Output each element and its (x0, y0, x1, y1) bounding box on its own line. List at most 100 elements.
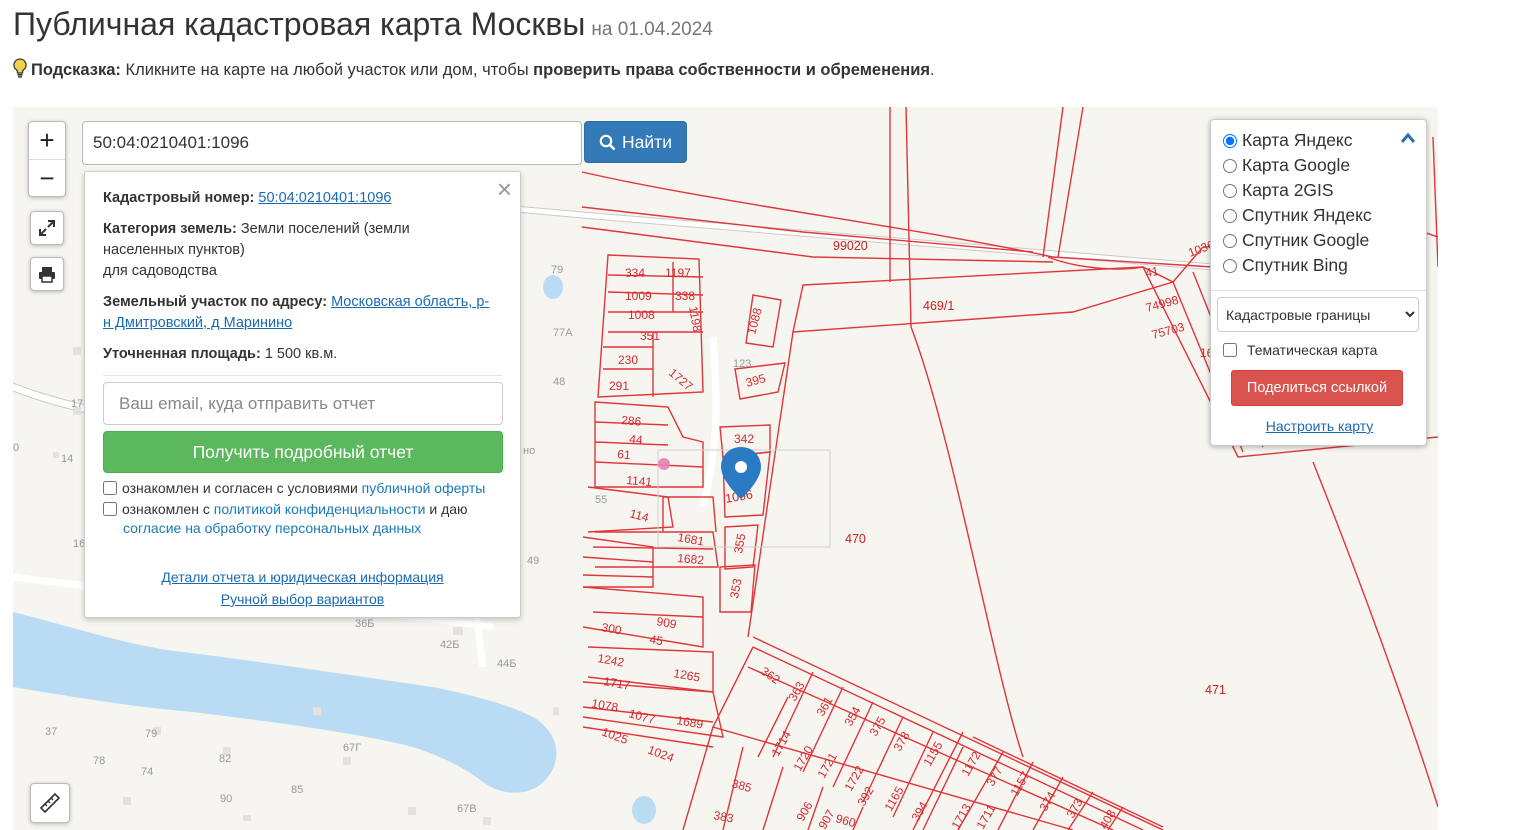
poi-icon (658, 458, 670, 470)
zoom-in-button[interactable]: + (29, 122, 65, 159)
basemap-radio[interactable] (1223, 258, 1237, 273)
pond (632, 796, 656, 824)
basemap-option[interactable]: Карта Яндекс (1223, 128, 1416, 153)
house-number: 0 (13, 442, 19, 454)
cadastral-number-link[interactable]: 50:04:0210401:1096 (258, 190, 391, 206)
parcel-number: 1682 (677, 551, 705, 567)
house-number: 79 (145, 728, 157, 740)
page-title-text: Публичная кадастровая карта Москвы (13, 6, 586, 42)
house-number: 44Б (497, 658, 516, 670)
house-number: 123 (733, 358, 751, 370)
category-row: Категория земель: Земли поселений (земли… (103, 219, 502, 282)
search-button[interactable]: Найти (584, 121, 687, 163)
page-title-date: на 01.04.2024 (591, 19, 713, 40)
parcel-number: 44 (629, 432, 644, 447)
svg-text:469/1: 469/1 (923, 299, 954, 313)
privacy-link[interactable]: политикой конфиденциальности (214, 501, 426, 517)
basemap-option[interactable]: Карта 2GIS (1223, 178, 1416, 203)
parcel-number: 1009 (625, 289, 652, 303)
address-label: Земельный участок по адресу: (103, 294, 328, 310)
parcel-number: 230 (618, 353, 638, 367)
address-row: Земельный участок по адресу: Московская … (103, 292, 502, 334)
area-row: Уточненная площадь: 1 500 кв.м. (103, 344, 502, 365)
parcel-number: 1008 (628, 308, 655, 322)
basemap-option[interactable]: Спутник Google (1223, 228, 1416, 253)
category-label: Категория земель: (103, 221, 237, 237)
cadastral-label: Кадастровый номер: (103, 190, 255, 206)
house-number: 17 (71, 398, 83, 410)
search-input[interactable] (82, 121, 582, 165)
svg-text:471: 471 (1205, 683, 1226, 697)
parcel-number: 1197 (665, 266, 691, 280)
page-title: Публичная кадастровая карта Москвы на 01.… (13, 6, 713, 43)
offer-link[interactable]: публичной оферты (362, 480, 486, 496)
parcel-number: 291 (609, 379, 629, 393)
divider (103, 375, 502, 376)
parcel-number: 61 (617, 447, 632, 462)
svg-text:470: 470 (845, 532, 866, 546)
basemap-radio[interactable] (1223, 158, 1237, 173)
fullscreen-icon (39, 220, 55, 236)
basemap-radio[interactable] (1223, 183, 1237, 198)
basemap-option-label: Спутник Bing (1242, 255, 1348, 275)
share-link-button[interactable]: Поделиться ссылкой (1231, 370, 1403, 406)
basemap-radio[interactable] (1223, 208, 1237, 223)
basemap-radio[interactable] (1223, 233, 1237, 248)
parcel-number: 41 (1144, 264, 1160, 280)
divider (1211, 290, 1426, 291)
get-report-button[interactable]: Получить подробный отчет (103, 431, 503, 473)
basemap-option-label: Карта 2GIS (1242, 180, 1334, 200)
layer-select[interactable]: Кадастровые границы (1217, 297, 1419, 332)
panel-links: Детали отчета и юридическая информация Р… (103, 566, 502, 610)
address-link[interactable]: Московская область, р- (331, 294, 489, 310)
category-value: Земли поселений (земли (236, 221, 410, 237)
house-number: 85 (291, 784, 303, 796)
basemap-option[interactable]: Спутник Bing (1223, 253, 1416, 278)
parcel-number: 334 (625, 266, 645, 280)
thematic-label: Тематическая карта (1247, 342, 1378, 358)
cadastral-map[interactable]: 99020 469/1 470 471 1096 334119710093381… (13, 107, 1438, 830)
svg-text:99020: 99020 (833, 239, 868, 253)
hint: Подсказка: Кликните на карте на любой уч… (13, 58, 935, 83)
hint-prefix: Подсказка: (31, 61, 121, 79)
house-number: 90 (220, 793, 232, 805)
cadastral-row: Кадастровый номер: 50:04:0210401:1096 (103, 188, 502, 209)
print-button[interactable] (30, 257, 64, 291)
personal-data-link[interactable]: согласие на обработку персональных данны… (123, 520, 421, 536)
address-link-2[interactable]: н Дмитровский, д Маринино (103, 315, 292, 331)
basemap-option[interactable]: Карта Google (1223, 153, 1416, 178)
house-number: 78 (93, 755, 105, 767)
ruler-icon (39, 792, 61, 814)
email-field[interactable] (103, 382, 503, 425)
hint-text: Кликните на карте на любой участок или д… (120, 61, 534, 79)
thematic-checkbox[interactable] (1223, 343, 1237, 357)
thematic-map-toggle: Тематическая карта (1223, 342, 1416, 358)
house-number: 55 (595, 494, 607, 506)
basemap-option-label: Спутник Яндекс (1242, 205, 1372, 225)
house-number: 49 (527, 555, 539, 567)
basemap-options: Карта Яндекс Карта Google Карта 2GIS Спутни… (1223, 128, 1416, 278)
basemap-radio[interactable] (1223, 133, 1237, 148)
basemap-option-label: Карта Google (1242, 155, 1351, 175)
close-icon[interactable]: × (497, 176, 512, 202)
fullscreen-button[interactable] (30, 211, 64, 245)
search-icon (599, 134, 616, 150)
offer-checkbox[interactable] (103, 481, 117, 495)
house-number: 36Б (355, 618, 374, 630)
pond (543, 275, 563, 299)
configure-map-link[interactable]: Настроить карту (1266, 418, 1374, 434)
parcel-info-panel: × Кадастровый номер: 50:04:0210401:1096 … (84, 171, 521, 618)
report-details-link[interactable]: Детали отчета и юридическая информация (161, 566, 443, 588)
privacy-checkbox[interactable] (103, 502, 117, 516)
area-value: 1 500 кв.м. (260, 346, 338, 362)
chevron-up-icon[interactable] (1400, 132, 1416, 144)
parcel-number: 286 (621, 413, 642, 429)
basemap-option[interactable]: Спутник Яндекс (1223, 203, 1416, 228)
zoom-control: + − (28, 121, 66, 197)
parcel-number: 351 (640, 329, 660, 343)
privacy-consent: ознакомлен с политикой конфиденциальност… (103, 500, 502, 538)
ruler-button[interactable] (30, 783, 70, 823)
hint-bold: проверить права собственности и обремене… (533, 61, 930, 79)
zoom-out-button[interactable]: − (29, 159, 65, 196)
manual-selection-link[interactable]: Ручной выбор вариантов (221, 588, 385, 610)
